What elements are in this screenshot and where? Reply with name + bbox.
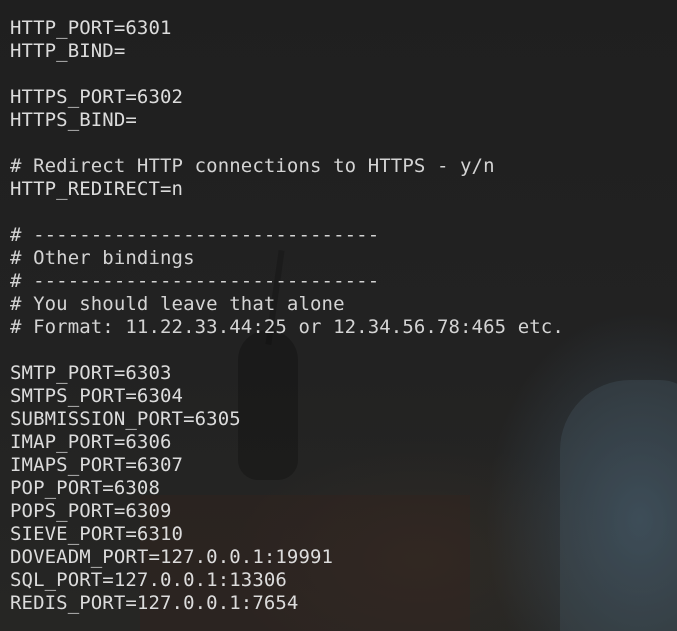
config-line-pop-port: POP_PORT=6308 [10,477,161,499]
background-figure [560,380,677,631]
config-line-http-redirect: HTTP_REDIRECT=n [10,178,184,200]
config-line-http-bind: HTTP_BIND= [10,40,126,62]
blank-line [10,339,564,362]
blank-line [10,132,564,155]
config-line-pops-port: POPS_PORT=6309 [10,500,172,522]
config-line-redis-port: REDIS_PORT=127.0.0.1:7654 [10,592,299,614]
config-line-http-port: HTTP_PORT=6301 [10,17,172,39]
comment-line-format: # Format: 11.22.33.44:25 or 12.34.56.78:… [10,316,564,338]
config-line-smtp-port: SMTP_PORT=6303 [10,362,172,384]
config-line-smtps-port: SMTPS_PORT=6304 [10,385,184,407]
config-line-doveadm-port: DOVEADM_PORT=127.0.0.1:19991 [10,546,334,568]
blank-line [10,63,564,86]
comment-separator-top: # ------------------------------ [10,224,380,246]
terminal-output: HTTP_PORT=6301 HTTP_BIND= HTTPS_PORT=630… [10,17,564,615]
comment-line-leave-alone: # You should leave that alone [10,293,345,315]
config-line-submission-port: SUBMISSION_PORT=6305 [10,408,241,430]
terminal-window[interactable]: HTTP_PORT=6301 HTTP_BIND= HTTPS_PORT=630… [0,0,677,631]
comment-separator-bottom: # ------------------------------ [10,270,380,292]
config-line-imap-port: IMAP_PORT=6306 [10,431,172,453]
blank-line [10,201,564,224]
comment-line-other-bindings: # Other bindings [10,247,195,269]
config-line-https-bind: HTTPS_BIND= [10,109,137,131]
config-line-sieve-port: SIEVE_PORT=6310 [10,523,184,545]
config-line-imaps-port: IMAPS_PORT=6307 [10,454,184,476]
config-line-sql-port: SQL_PORT=127.0.0.1:13306 [10,569,287,591]
config-line-https-port: HTTPS_PORT=6302 [10,86,184,108]
comment-line-redirect: # Redirect HTTP connections to HTTPS - y… [10,155,495,177]
